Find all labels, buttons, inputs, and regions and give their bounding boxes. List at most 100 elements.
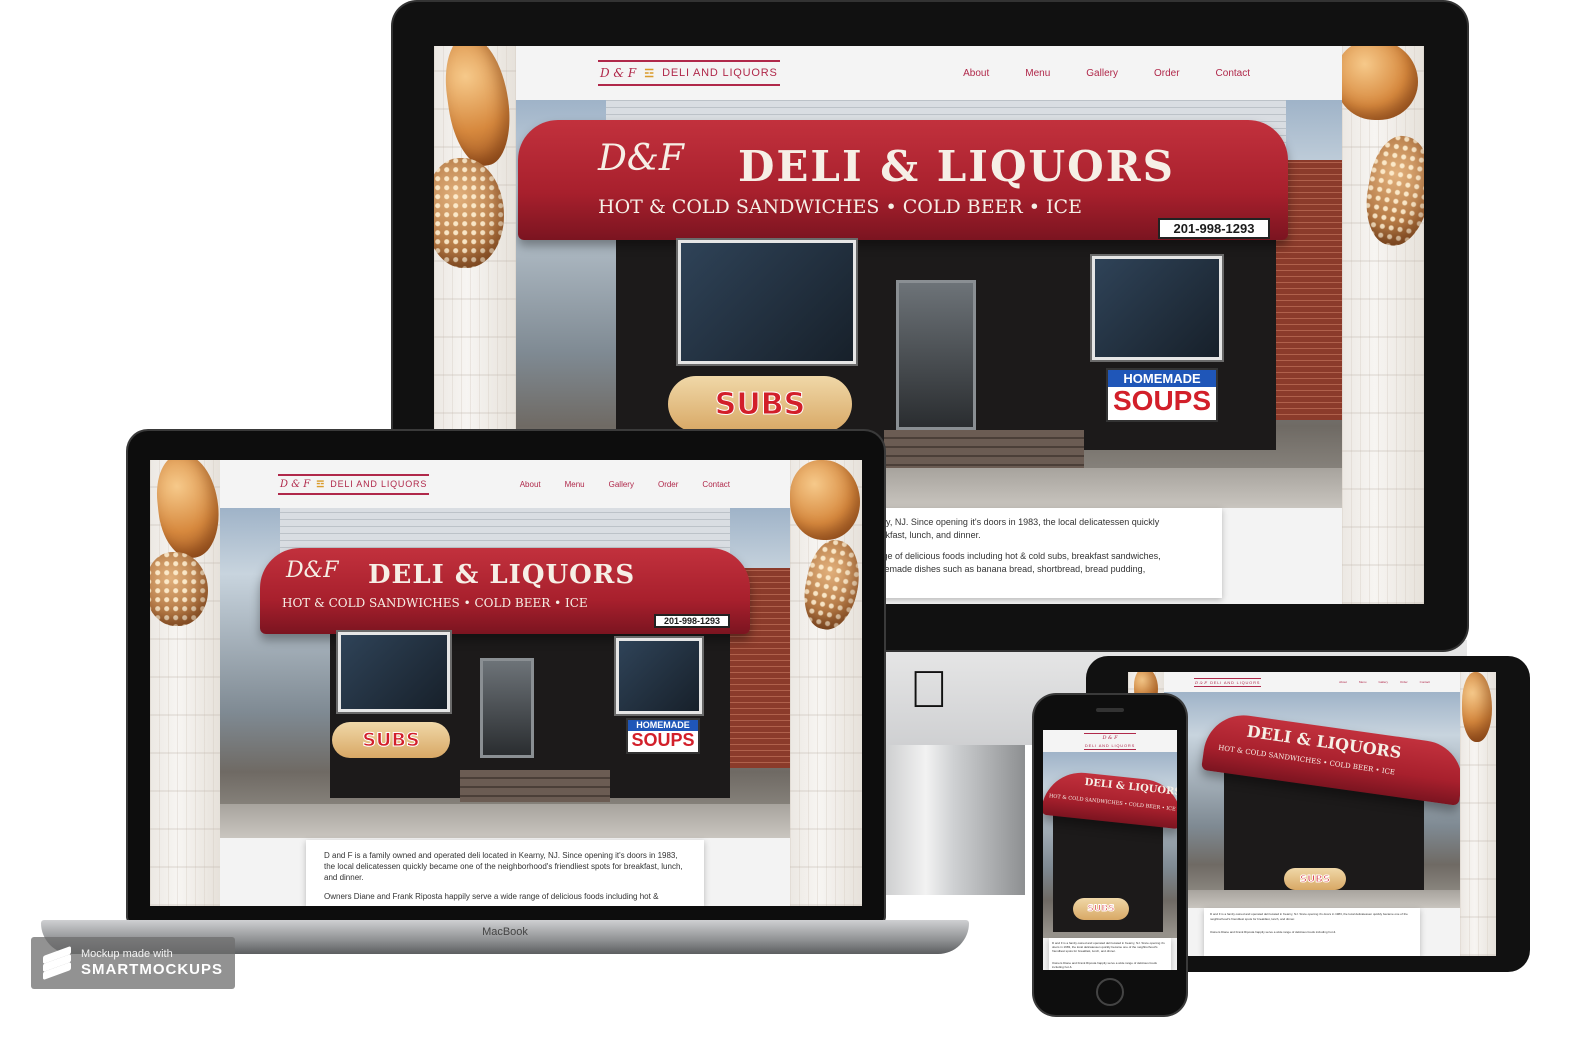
awning-subtitle: HOT & COLD SANDWICHES • COLD BEER • ICE <box>282 596 588 610</box>
awning-phone: 201-998-1293 <box>654 614 730 628</box>
logo-script: D & F <box>1195 679 1208 685</box>
iphone-screen: D & F DELI AND LIQUORS DELI & LIQUORS HO… <box>1043 730 1177 970</box>
store-awning: D&F DELI & LIQUORS HOT & COLD SANDWICHES… <box>518 120 1288 240</box>
logo-script: D & F <box>280 478 311 490</box>
store-window-right <box>1092 256 1222 360</box>
fork-knife-icon: ☲ <box>316 478 325 489</box>
store-awning: D&F DELI & LIQUORS HOT & COLD SANDWICHES… <box>260 548 750 634</box>
smartmockups-watermark: Mockup made with SMARTMOCKUPS <box>31 937 235 989</box>
sidewalk <box>1164 890 1460 908</box>
watermark-line-1: Mockup made with <box>81 948 173 961</box>
wood-background-right <box>1342 46 1424 604</box>
awning-title: DELI & LIQUORS <box>1084 776 1177 799</box>
nav-order[interactable]: Order <box>658 480 678 489</box>
site-logo[interactable]: D & F ☲ DELI AND LIQUORS <box>598 60 780 86</box>
subs-sign: SUBS <box>668 376 852 432</box>
iphone-speaker <box>1096 708 1124 712</box>
store-steps <box>884 430 1084 470</box>
awning-title: DELI & LIQUORS <box>738 142 1175 191</box>
site-header: D & F DELI AND LIQUORS <box>1043 730 1177 752</box>
awning-title: DELI & LIQUORS <box>368 560 636 590</box>
logo-name: DELI AND LIQUORS <box>330 479 428 489</box>
about-text-card: Kearny, NJ. Since opening it's doors in … <box>856 508 1222 598</box>
store-door <box>480 658 534 758</box>
hero-storefront-image: DELI & LIQUORS HOT & COLD SANDWICHES • C… <box>1164 692 1460 908</box>
about-paragraph-2: Owners Diane and Frank Riposta happily s… <box>1052 961 1157 969</box>
bread-roll-image <box>790 460 860 540</box>
awning-brand: D&F <box>286 558 339 583</box>
nav-about[interactable]: About <box>520 480 541 489</box>
about-text-card: D and F is a family owned and operated d… <box>1204 908 1420 956</box>
about-paragraph-1: D and F is a family owned and operated d… <box>1210 912 1408 921</box>
about-paragraph-2: Owners Diane and Frank Riposta happily s… <box>324 892 659 901</box>
nav-menu[interactable]: Menu <box>1359 680 1367 684</box>
soups-sign-bottom: SOUPS <box>1112 385 1212 416</box>
about-paragraph-2: Owners Diane and Frank Riposta happily s… <box>1210 930 1336 934</box>
about-line-3: e range of delicious foods including hot… <box>862 551 1161 561</box>
site-logo[interactable]: D & F DELI AND LIQUORS <box>1194 677 1262 687</box>
logo-script: D & F <box>1102 734 1118 741</box>
site-header: D & F DELI AND LIQUORS About Menu Galler… <box>1164 672 1460 692</box>
subs-sign: SUBS <box>1073 898 1129 920</box>
nav-about[interactable]: About <box>1339 680 1347 684</box>
macbook-screen: D & F ☲ DELI AND LIQUORS About Menu Gall… <box>150 460 862 906</box>
site-nav: About Menu Gallery Order Contact <box>1339 680 1430 684</box>
nav-order[interactable]: Order <box>1400 680 1408 684</box>
awning-subtitle: HOT & COLD SANDWICHES • COLD BEER • ICE <box>1048 793 1176 813</box>
store-steps <box>460 770 610 802</box>
nav-about[interactable]: About <box>963 68 989 79</box>
nav-order[interactable]: Order <box>1154 68 1180 79</box>
nav-menu[interactable]: Menu <box>1025 68 1050 79</box>
hero-storefront-image: D&F DELI & LIQUORS HOT & COLD SANDWICHES… <box>220 508 790 838</box>
layers-icon <box>43 945 71 981</box>
store-window-right <box>616 638 702 714</box>
store-window-left <box>338 632 450 712</box>
about-text-card: D and F is a family owned and operated d… <box>306 840 704 906</box>
subs-sign: SUBS <box>1284 868 1346 890</box>
ipad-page: D & F DELI AND LIQUORS About Menu Galler… <box>1164 672 1460 956</box>
site-nav: About Menu Gallery Order Contact <box>520 480 730 489</box>
logo-name: DELI AND LIQUORS <box>662 67 778 79</box>
iphone-home-button <box>1096 978 1124 1006</box>
about-line-4: f homemade dishes such as banana bread, … <box>862 564 1146 574</box>
nav-contact[interactable]: Contact <box>1420 680 1430 684</box>
hero-storefront-image: DELI & LIQUORS HOT & COLD SANDWICHES • C… <box>1043 752 1177 938</box>
awning-subtitle: HOT & COLD SANDWICHES • COLD BEER • ICE <box>598 196 1082 218</box>
store-door <box>896 280 976 430</box>
nav-gallery[interactable]: Gallery <box>1378 680 1388 684</box>
site-header: D & F ☲ DELI AND LIQUORS About Menu Gall… <box>516 46 1342 100</box>
about-paragraph-1: D and F is a family owned and operated d… <box>1052 941 1165 953</box>
subs-sign: SUBS <box>332 722 450 758</box>
nav-gallery[interactable]: Gallery <box>1086 68 1118 79</box>
soups-sign: HOMEMADE SOUPS <box>1106 368 1218 422</box>
about-paragraph-1: D and F is a family owned and operated d… <box>324 851 683 882</box>
nav-gallery[interactable]: Gallery <box>609 480 634 489</box>
nav-contact[interactable]: Contact <box>1216 68 1250 79</box>
sidewalk <box>220 804 790 838</box>
awning-brand: D&F <box>598 138 684 179</box>
store-window-left <box>678 240 856 364</box>
apple-logo-icon:  <box>905 662 953 718</box>
logo-name: DELI AND LIQUORS <box>1210 679 1261 685</box>
about-text-card: D and F is a family owned and operated d… <box>1049 938 1171 970</box>
fork-knife-icon: ☲ <box>644 67 655 80</box>
bread-roll-image <box>1336 46 1418 120</box>
site-header: D & F ☲ DELI AND LIQUORS About Menu Gall… <box>220 460 790 508</box>
macbook-label: MacBook <box>482 926 528 938</box>
soups-sign: HOMEMADE SOUPS <box>626 718 700 754</box>
soups-sign-bottom: SOUPS <box>631 730 695 750</box>
about-line-1: Kearny, NJ. Since opening it's doors in … <box>862 517 1160 527</box>
nav-menu[interactable]: Menu <box>565 480 585 489</box>
logo-script: D & F <box>600 66 637 80</box>
nav-contact[interactable]: Contact <box>702 480 730 489</box>
macbook-page: D & F ☲ DELI AND LIQUORS About Menu Gall… <box>220 460 790 906</box>
about-line-2: r breakfast, lunch, and dinner. <box>862 530 981 540</box>
awning-phone: 201-998-1293 <box>1158 218 1270 239</box>
logo-name: DELI AND LIQUORS <box>1084 742 1136 748</box>
bread-roll-image <box>1462 672 1492 742</box>
watermark-line-2: SMARTMOCKUPS <box>81 960 223 978</box>
site-nav: About Menu Gallery Order Contact <box>963 68 1250 79</box>
mockup-stage:  D & F ☲ DELI AND LIQUORS About Menu Ga… <box>0 0 1593 1037</box>
site-logo[interactable]: D & F DELI AND LIQUORS <box>1083 732 1137 750</box>
site-logo[interactable]: D & F ☲ DELI AND LIQUORS <box>278 473 430 495</box>
